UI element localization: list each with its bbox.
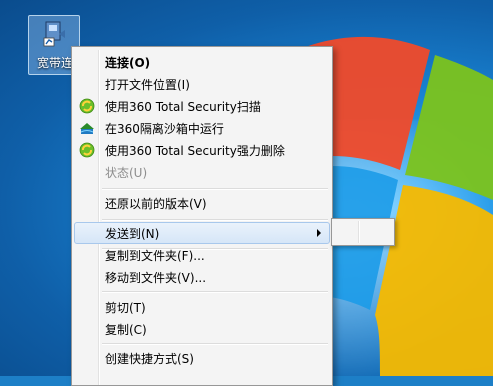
menu-item-360-force-delete[interactable]: 使用360 Total Security强力删除 (74, 139, 330, 161)
context-menu: 连接(O) 打开文件位置(I) 使用360 Total Security扫描 在… (71, 46, 333, 386)
menu-item-copy[interactable]: 复制(C) (74, 318, 330, 340)
menu-item-label: 连接(O) (105, 56, 151, 70)
menu-item-connect[interactable]: 连接(O) (74, 51, 330, 73)
menu-item-label: 打开文件位置(I) (105, 78, 190, 92)
menu-item-label: 状态(U) (105, 166, 148, 180)
menu-separator (102, 188, 328, 190)
menu-item-copy-to-folder[interactable]: 复制到文件夹(F)... (74, 244, 330, 266)
menu-separator (102, 343, 328, 345)
360-total-security-icon (79, 98, 95, 114)
menu-item-label: 复制到文件夹(F)... (105, 249, 205, 263)
menu-item-open-file-location[interactable]: 打开文件位置(I) (74, 73, 330, 95)
menu-item-label: 使用360 Total Security强力删除 (105, 144, 285, 158)
menu-item-label: 在360隔离沙箱中运行 (105, 122, 224, 136)
menu-item-move-to-folder[interactable]: 移动到文件夹(V)... (74, 266, 330, 288)
send-to-submenu (331, 218, 395, 246)
menu-item-label: 发送到(N) (105, 227, 160, 241)
menu-item-360-scan[interactable]: 使用360 Total Security扫描 (74, 95, 330, 117)
menu-item-send-to[interactable]: 发送到(N) (74, 222, 330, 244)
submenu-icon-gutter (358, 221, 360, 243)
menu-item-label: 使用360 Total Security扫描 (105, 100, 261, 114)
submenu-arrow-icon (317, 229, 321, 237)
menu-item-label: 移动到文件夹(V)... (105, 271, 207, 285)
menu-item-label: 创建快捷方式(S) (105, 352, 194, 366)
menu-item-create-shortcut[interactable]: 创建快捷方式(S) (74, 347, 330, 369)
menu-separator (102, 291, 328, 293)
menu-separator (102, 219, 328, 221)
desktop-shortcut-label: 宽带连 (37, 56, 74, 70)
menu-item-label: 还原以前的版本(V) (105, 197, 207, 211)
menu-item-360-sandbox[interactable]: 在360隔离沙箱中运行 (74, 117, 330, 139)
360-sandbox-icon (80, 123, 94, 134)
menu-item-cut[interactable]: 剪切(T) (74, 296, 330, 318)
menu-item-label: 剪切(T) (105, 301, 146, 315)
menu-item-restore-previous-versions[interactable]: 还原以前的版本(V) (74, 192, 330, 214)
menu-item-status: 状态(U) (74, 161, 330, 183)
360-total-security-icon (79, 142, 95, 158)
menu-item-label: 复制(C) (105, 323, 147, 337)
broadband-shortcut-icon (43, 21, 65, 47)
